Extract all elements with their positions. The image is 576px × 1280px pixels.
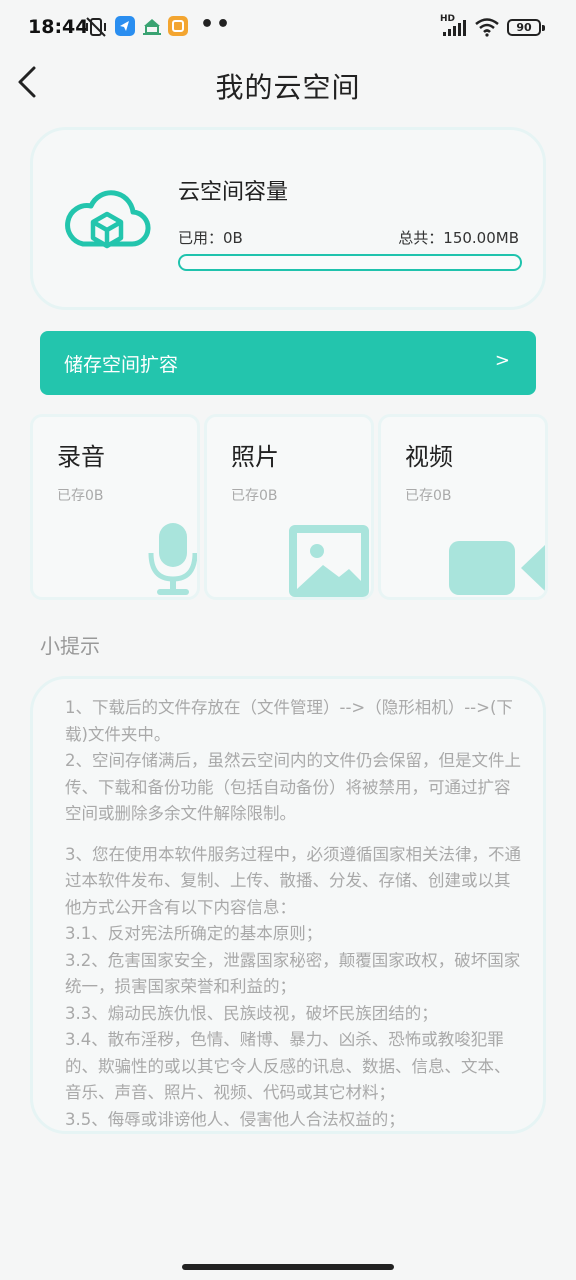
media-title: 录音 bbox=[57, 443, 105, 471]
cloud-box-icon bbox=[63, 186, 151, 256]
tip-paragraph: 3、您在使用本软件服务过程中，必须遵循国家相关法律，不通过本软件发布、复制、上传… bbox=[65, 844, 521, 917]
capacity-card: 云空间容量 已用：0B 总共：150.00MB bbox=[30, 127, 546, 310]
tip-paragraph: 3.5、侮辱或诽谤他人、侵害他人合法权益的； bbox=[65, 1109, 405, 1129]
media-title: 照片 bbox=[231, 443, 279, 471]
used-label: 已用：0B bbox=[178, 229, 243, 247]
chevron-right-icon: > bbox=[494, 350, 510, 371]
capacity-title: 云空间容量 bbox=[178, 180, 289, 205]
page-title: 我的云空间 bbox=[215, 71, 361, 104]
tips-card: 1、下载后的文件存放在（文件管理）-->（隐形相机）-->(下载)文件夹中。 2… bbox=[30, 676, 546, 1134]
tip-paragraph: 1、下载后的文件存放在（文件管理）-->（隐形相机）-->(下载)文件夹中。 bbox=[65, 698, 513, 744]
signal-icon bbox=[442, 19, 468, 41]
battery-icon: 90 bbox=[507, 19, 545, 36]
tip-paragraph: 2、空间存储满后，虽然云空间内的文件仍会保留，但是文件上传、下载和备份功能（包括… bbox=[65, 751, 521, 823]
home-indicator[interactable] bbox=[182, 1264, 394, 1270]
house-app-icon bbox=[141, 15, 163, 41]
microphone-icon bbox=[145, 521, 197, 597]
media-card-videos[interactable]: 视频 已存0B bbox=[378, 414, 548, 600]
mute-vibrate-icon bbox=[84, 15, 108, 43]
tip-paragraph: 3.3、煽动民族仇恨、民族歧视，破坏民族团结的； bbox=[65, 1003, 438, 1023]
media-card-photos[interactable]: 照片 已存0B bbox=[204, 414, 374, 600]
media-stored: 已存0B bbox=[405, 488, 452, 504]
expand-storage-button[interactable]: 储存空间扩容 > bbox=[40, 331, 536, 395]
image-icon bbox=[287, 523, 371, 597]
media-stored: 已存0B bbox=[57, 488, 104, 504]
tips-heading: 小提示 bbox=[40, 634, 100, 658]
expand-storage-label: 储存空间扩容 bbox=[64, 354, 179, 376]
blue-app-icon bbox=[115, 16, 135, 36]
orange-app-icon bbox=[168, 16, 188, 36]
video-camera-icon bbox=[447, 537, 545, 597]
total-label: 总共：150.00MB bbox=[398, 229, 519, 247]
storage-progress-bar bbox=[178, 254, 522, 271]
media-stored: 已存0B bbox=[231, 488, 278, 504]
tip-paragraph: 3.4、散布淫秽，色情、赌博、暴力、凶杀、恐怖或教唆犯罪的、欺骗性的或以其它令人… bbox=[65, 1030, 511, 1102]
more-notifications-icon: •• bbox=[200, 12, 233, 37]
media-card-recording[interactable]: 录音 已存0B bbox=[30, 414, 200, 600]
tips-text: 1、下载后的文件存放在（文件管理）-->（隐形相机）-->(下载)文件夹中。 2… bbox=[65, 695, 525, 1133]
media-title: 视频 bbox=[405, 443, 453, 471]
status-time: 18:44 bbox=[28, 16, 89, 38]
status-bar: 18:44 •• HD 90 bbox=[0, 0, 576, 56]
tip-paragraph: 3.2、危害国家安全，泄露国家秘密，颠覆国家政权，破坏国家统一，损害国家荣誉和利… bbox=[65, 950, 521, 997]
wifi-icon bbox=[474, 17, 500, 41]
tip-paragraph: 3.1、反对宪法所确定的基本原则； bbox=[65, 924, 323, 943]
